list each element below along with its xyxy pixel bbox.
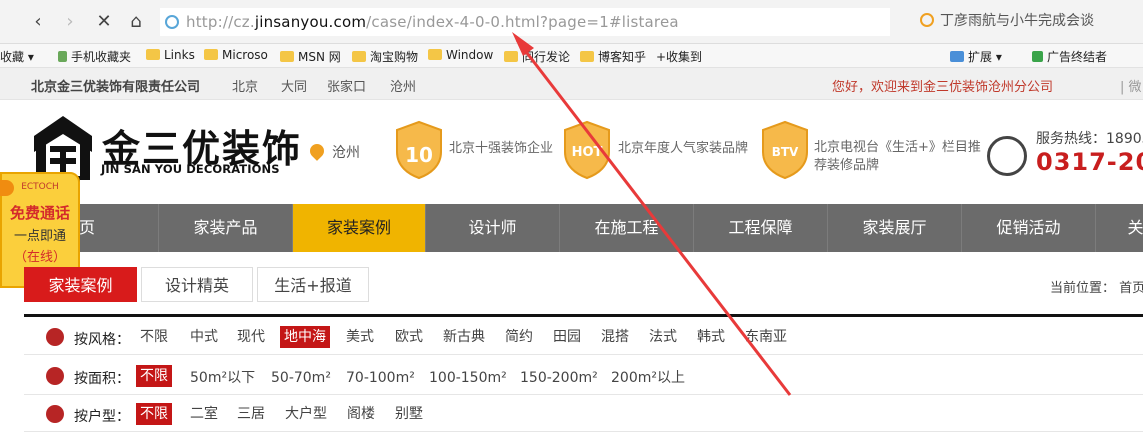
area-option-selected[interactable]: 不限 <box>136 365 172 387</box>
widget-title: 免费通话 <box>9 204 70 222</box>
style-option[interactable]: 简约 <box>501 326 537 348</box>
nav-about[interactable]: 关 <box>1096 204 1143 252</box>
location-selector[interactable]: 沧州 <box>307 141 360 162</box>
filter-area-label: 按面积： <box>74 371 130 387</box>
globe-icon <box>165 15 179 29</box>
widget-line3: （在线） <box>13 250 66 265</box>
style-option[interactable]: 韩式 <box>693 326 729 348</box>
style-option[interactable]: 不限 <box>136 326 172 348</box>
extensions-menu[interactable]: 扩展 ▾ <box>950 48 1002 65</box>
filter-area-row: 按面积： 不限 50m²以下 50-70m² 70-100m² 100-150m… <box>24 357 1143 395</box>
phone-icon <box>987 136 1027 176</box>
layout-option[interactable]: 阁楼 <box>343 403 379 425</box>
nav-projects[interactable]: 在施工程 <box>560 204 694 252</box>
bookmark-microsoft[interactable]: Microso <box>204 48 268 62</box>
bookmark-collect[interactable]: +收集到 <box>656 48 702 65</box>
city-link-zhangjiakou[interactable]: 张家口 <box>327 76 366 95</box>
widget-line2: 一点即通 <box>13 229 66 244</box>
style-option[interactable]: 美式 <box>342 326 378 348</box>
home-icon[interactable]: ⌂ <box>126 12 146 32</box>
badge-text-btv: 北京电视台《生活+》栏目推荐装修品牌 <box>814 140 981 173</box>
area-option[interactable]: 70-100m² <box>342 367 419 389</box>
style-option[interactable]: 欧式 <box>391 326 427 348</box>
city-link-cangzhou[interactable]: 沧州 <box>390 76 416 95</box>
hot-badge-icon: HOT <box>564 120 610 180</box>
main-nav: 首页 家装产品 家装案例 设计师 在施工程 工程保障 家装展厅 促销活动 关 <box>0 204 1143 252</box>
style-option[interactable]: 混搭 <box>597 326 633 348</box>
area-option[interactable]: 50m²以下 <box>186 367 259 389</box>
tab-home-cases[interactable]: 家装案例 <box>24 267 137 302</box>
url-input[interactable]: http://cz.jinsanyou.com/case/index-4-0-0… <box>160 8 890 36</box>
tab-life-report[interactable]: 生活+报道 <box>257 267 369 302</box>
welcome-text: 您好，欢迎来到金三优装饰沧州分公司 <box>832 80 1054 95</box>
svg-text:10: 10 <box>405 143 433 167</box>
location-pin-icon <box>307 141 327 161</box>
style-option-selected[interactable]: 地中海 <box>280 326 330 348</box>
filter-layout-label: 按户型： <box>74 409 130 425</box>
top10-badge-icon: 10 <box>396 120 442 180</box>
style-option[interactable]: 中式 <box>186 326 222 348</box>
layout-option-selected[interactable]: 不限 <box>136 403 172 425</box>
style-option[interactable]: 新古典 <box>439 326 489 348</box>
hotline-number: 0317-204 <box>1036 148 1143 176</box>
btv-badge-icon: BTV <box>762 120 808 180</box>
style-filter-icon <box>46 328 64 346</box>
browser-address-bar: ‹ › ✕ ⌂ http://cz.jinsanyou.com/case/ind… <box>0 0 1143 44</box>
bookmark-blog[interactable]: 博客知乎 <box>580 48 646 65</box>
style-option[interactable]: 东南亚 <box>741 326 791 348</box>
bookmark-peers[interactable]: 同行发论 <box>504 48 570 65</box>
forward-icon[interactable]: › <box>60 12 80 32</box>
site-topbar: 北京金三优装饰有限责任公司 北京 大同 张家口 沧州 您好，欢迎来到金三优装饰沧… <box>0 68 1143 100</box>
nav-cases[interactable]: 家装案例 <box>293 204 426 252</box>
nav-guarantee[interactable]: 工程保障 <box>694 204 828 252</box>
back-icon[interactable]: ‹ <box>28 12 48 32</box>
company-name: 北京金三优装饰有限责任公司 <box>31 80 201 95</box>
adblock-extension[interactable]: 广告终结者 <box>1032 48 1107 65</box>
city-link-datong[interactable]: 大同 <box>281 76 307 95</box>
breadcrumb: 当前位置： 首页 <box>1050 281 1143 296</box>
nav-showroom[interactable]: 家装展厅 <box>828 204 962 252</box>
filter-style-row: 按风格： 不限 中式 现代 地中海 美式 欧式 新古典 简约 田园 混搭 法式 … <box>24 319 1143 355</box>
layout-filter-icon <box>46 405 64 423</box>
style-option[interactable]: 田园 <box>549 326 585 348</box>
logo-english: JIN SAN YOU DECORATIONS <box>101 162 280 176</box>
badge-text-hot: 北京年度人气家装品牌 <box>618 141 749 156</box>
svg-text:BTV: BTV <box>772 145 799 159</box>
area-option[interactable]: 200m²以上 <box>607 367 689 389</box>
tab-designers[interactable]: 设计精英 <box>141 267 253 302</box>
area-option[interactable]: 150-200m² <box>516 367 602 389</box>
nav-promotions[interactable]: 促销活动 <box>962 204 1096 252</box>
bookmark-msn[interactable]: MSN 网 <box>280 48 341 65</box>
bookmark-mobile[interactable]: 手机收藏夹 <box>58 48 131 65</box>
stop-icon[interactable]: ✕ <box>94 12 114 32</box>
area-option[interactable]: 50-70m² <box>267 367 335 389</box>
nav-products[interactable]: 家装产品 <box>159 204 293 252</box>
bookmark-favorites[interactable]: 收藏 ▾ <box>0 48 34 65</box>
layout-option[interactable]: 三居 <box>233 403 269 425</box>
bookmark-taobao[interactable]: 淘宝购物 <box>352 48 418 65</box>
layout-option[interactable]: 大户型 <box>281 403 331 425</box>
bookmark-links[interactable]: Links <box>146 48 195 62</box>
browser-search-box[interactable]: 丁彦雨航与小牛完成会谈 <box>920 10 1143 34</box>
area-filter-icon <box>46 367 64 385</box>
badge-text-top10: 北京十强装饰企业 <box>449 141 554 156</box>
nav-designers[interactable]: 设计师 <box>426 204 560 252</box>
layout-option[interactable]: 别墅 <box>391 403 427 425</box>
bookmarks-bar: 收藏 ▾ 手机收藏夹 Links Microso MSN 网 淘宝购物 Wind… <box>0 44 1143 68</box>
weibo-link[interactable]: | 微 <box>1120 76 1142 95</box>
area-option[interactable]: 100-150m² <box>425 367 511 389</box>
city-link-beijing[interactable]: 北京 <box>232 76 258 95</box>
section-divider <box>24 314 1143 317</box>
search-icon <box>920 13 934 27</box>
filter-layout-row: 按户型： 不限 二室 三居 大户型 阁楼 别墅 <box>24 396 1143 432</box>
style-option[interactable]: 现代 <box>233 326 269 348</box>
svg-text:HOT: HOT <box>572 145 603 160</box>
filter-style-label: 按风格： <box>74 332 130 348</box>
hotline-label: 服务热线：18903 <box>1036 131 1143 147</box>
style-option[interactable]: 法式 <box>645 326 681 348</box>
bookmark-windows[interactable]: Window <box>428 48 493 62</box>
layout-option[interactable]: 二室 <box>186 403 222 425</box>
